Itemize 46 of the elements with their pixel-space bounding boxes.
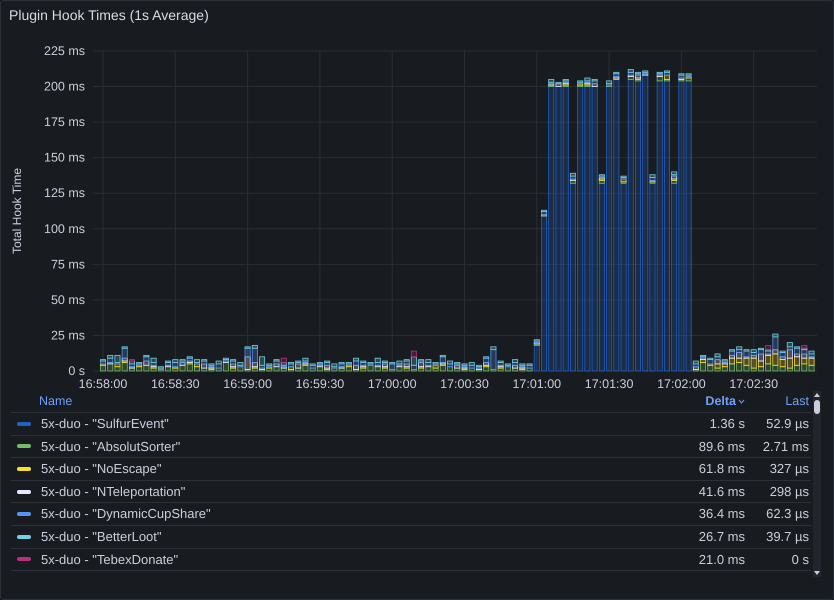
delta-value: 26.7 ms [698, 529, 745, 544]
y-axis-label: 175 ms [44, 115, 85, 130]
last-value: 39.7 µs [766, 529, 809, 544]
x-axis-label: 17:00:30 [440, 377, 489, 391]
y-axis-label: 200 ms [44, 80, 85, 94]
last-value: 52.9 µs [766, 416, 809, 432]
y-axis-label: 75 ms [50, 257, 85, 272]
series-name[interactable]: 5x-duo - "SulfurEvent" [41, 414, 169, 434]
y-axis-label: 25 ms [50, 328, 85, 342]
x-axis-label: 16:58:00 [78, 377, 128, 391]
series-name[interactable]: 5x-duo - "BetterLoot" [41, 527, 162, 547]
column-header[interactable]: Delta [705, 394, 745, 408]
y-axis-title: Total Hook Time [10, 168, 24, 254]
delta-value: 41.6 ms [698, 484, 745, 499]
y-axis-label: 50 ms [50, 292, 85, 307]
y-axis-label: 0 s [68, 364, 85, 378]
x-axis-label: 17:01:00 [512, 377, 562, 391]
delta-value: 21.0 ms [698, 552, 745, 567]
last-value: 62.3 µs [766, 506, 809, 522]
last-value: 327 µs [770, 461, 809, 476]
series-name[interactable]: 5x-duo - "NoEscape" [41, 459, 162, 479]
delta-value: 89.6 ms [698, 438, 745, 454]
series-name[interactable]: 5x-duo - "TebexDonate" [41, 550, 178, 570]
x-axis-label: 17:02:30 [729, 377, 778, 391]
x-axis-label: 16:58:30 [150, 377, 200, 391]
column-header[interactable]: Last [785, 394, 809, 408]
series-name[interactable]: 5x-duo - "AbsolutSorter" [41, 436, 180, 456]
delta-value: 61.8 ms [698, 461, 745, 476]
x-axis-label: 16:59:00 [223, 377, 272, 391]
series-name[interactable]: 5x-duo - "DynamicCupShare" [41, 504, 211, 524]
x-axis-label: 17:00:00 [368, 377, 417, 391]
y-axis-label: 125 ms [44, 186, 85, 200]
x-axis-label: 17:02:00 [657, 377, 706, 391]
column-header[interactable]: Name [39, 394, 72, 408]
last-value: 2.71 ms [762, 438, 809, 454]
delta-value: 36.4 ms [698, 506, 745, 522]
series-name[interactable]: 5x-duo - "NTeleportation" [41, 482, 186, 502]
panel-title: Plugin Hook Times (1s Average) [9, 7, 209, 23]
delta-value: 1.36 s [710, 416, 745, 432]
y-axis-label: 150 ms [44, 150, 85, 165]
y-axis-label: 225 ms [44, 44, 85, 58]
x-axis-label: 16:59:30 [296, 377, 344, 391]
last-value: 298 µs [770, 484, 809, 499]
y-axis-label: 100 ms [44, 222, 85, 236]
last-value: 0 s [792, 552, 809, 567]
x-axis-label: 17:01:30 [584, 377, 634, 391]
